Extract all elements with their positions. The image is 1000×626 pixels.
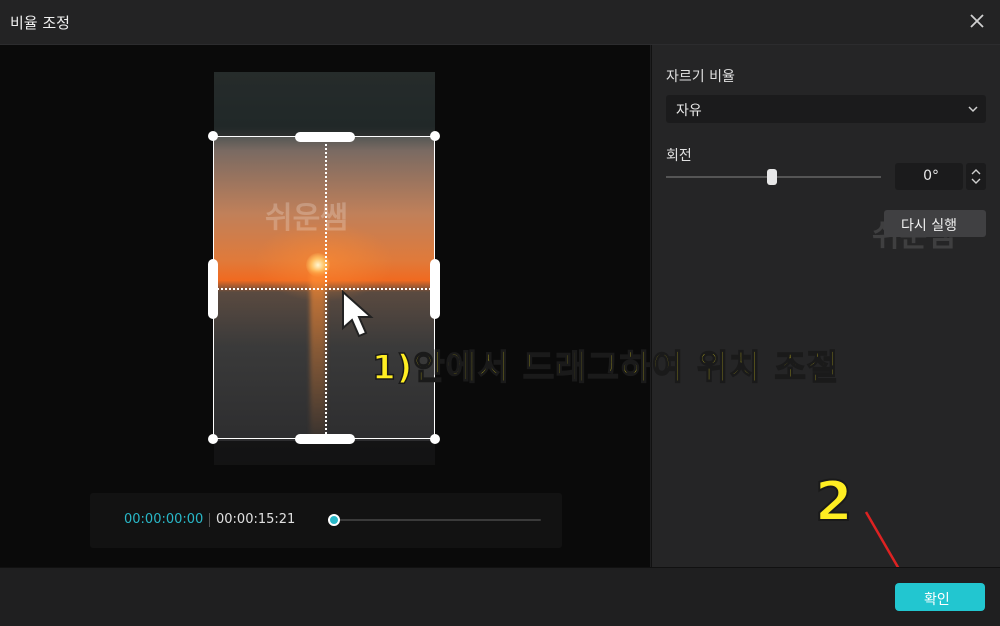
rotation-value: 0° xyxy=(923,168,939,184)
outside-crop-bottom xyxy=(214,441,435,465)
confirm-button[interactable]: 확인 xyxy=(895,583,985,611)
rotation-label: 회전 xyxy=(666,148,692,164)
outside-crop-top xyxy=(214,72,435,137)
current-timecode: 00:00:00:00 xyxy=(124,512,204,527)
title-bar: 비율 조정 xyxy=(0,0,1000,45)
total-duration: 00:00:15:21 xyxy=(216,512,296,527)
playhead[interactable] xyxy=(328,514,340,526)
crop-ratio-value: 자유 xyxy=(676,103,702,119)
reset-button[interactable]: 다시 실행 xyxy=(884,210,986,237)
crop-ratio-label: 자르기 비율 xyxy=(666,69,735,85)
mouse-pointer-icon xyxy=(342,290,374,338)
stepper-icon[interactable] xyxy=(966,163,986,190)
chevron-down-icon xyxy=(968,106,978,113)
crop-handle-bottom[interactable] xyxy=(295,434,355,444)
confirm-button-label: 확인 xyxy=(924,592,950,608)
crop-handle-top[interactable] xyxy=(295,132,355,142)
scrub-bar[interactable] xyxy=(333,519,541,521)
dialog-footer: 확인 xyxy=(0,567,1000,626)
dialog-title: 비율 조정 xyxy=(10,14,70,32)
crop-handle-right[interactable] xyxy=(430,259,440,319)
crop-handle-bottom-right[interactable] xyxy=(430,434,440,444)
crop-handle-left[interactable] xyxy=(208,259,218,319)
annotation-step2: 2 xyxy=(814,469,854,534)
rotation-slider-handle[interactable] xyxy=(767,169,777,185)
crop-frame[interactable] xyxy=(208,131,440,444)
crop-handle-top-right[interactable] xyxy=(430,131,440,141)
preview-area: 쉬운쌤 00:00:00:00 00:00:15:21 xyxy=(0,45,650,567)
reset-button-label: 다시 실행 xyxy=(901,218,957,234)
close-icon[interactable] xyxy=(968,12,986,30)
timecode-divider xyxy=(209,513,210,527)
crop-ratio-select[interactable]: 자유 xyxy=(666,95,986,123)
crop-handle-bottom-left[interactable] xyxy=(208,434,218,444)
rotation-input[interactable]: 0° xyxy=(895,163,963,190)
crop-handle-top-left[interactable] xyxy=(208,131,218,141)
annotation-step1: 1)안에서 드래그하여 위치 조절 xyxy=(371,347,840,389)
crop-guide-horizontal xyxy=(214,288,434,290)
timeline: 00:00:00:00 00:00:15:21 xyxy=(90,493,562,548)
